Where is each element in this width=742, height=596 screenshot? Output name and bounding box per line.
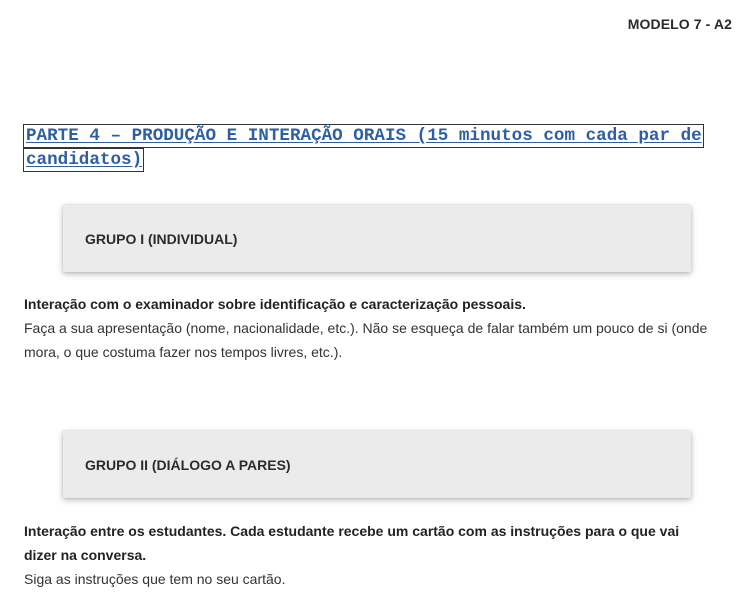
instruction-lead: Interação entre os estudantes. Cada estu… (24, 523, 680, 563)
instruction-body: Faça a sua apresentação (nome, nacionali… (24, 320, 708, 360)
group-card-pairs: GRUPO II (DIÁLOGO A PARES) (63, 431, 691, 498)
group-title: GRUPO II (DIÁLOGO A PARES) (85, 456, 291, 473)
group-title: GRUPO I (INDIVIDUAL) (85, 230, 238, 247)
instruction-lead: Interação com o examinador sobre identif… (24, 296, 526, 312)
part-heading-text: PARTE 4 – PRODUÇÃO E INTERAÇÃO ORAIS (15… (23, 124, 704, 172)
instruction-body: Siga as instruções que tem no seu cartão… (24, 571, 286, 587)
group-card-individual: GRUPO I (INDIVIDUAL) (63, 205, 691, 272)
model-label: MODELO 7 - A2 (627, 16, 732, 32)
group-instructions-individual: Interação com o examinador sobre identif… (24, 292, 714, 364)
group-instructions-pairs: Interação entre os estudantes. Cada estu… (24, 519, 714, 591)
part-heading: PARTE 4 – PRODUÇÃO E INTERAÇÃO ORAIS (15… (23, 124, 718, 172)
